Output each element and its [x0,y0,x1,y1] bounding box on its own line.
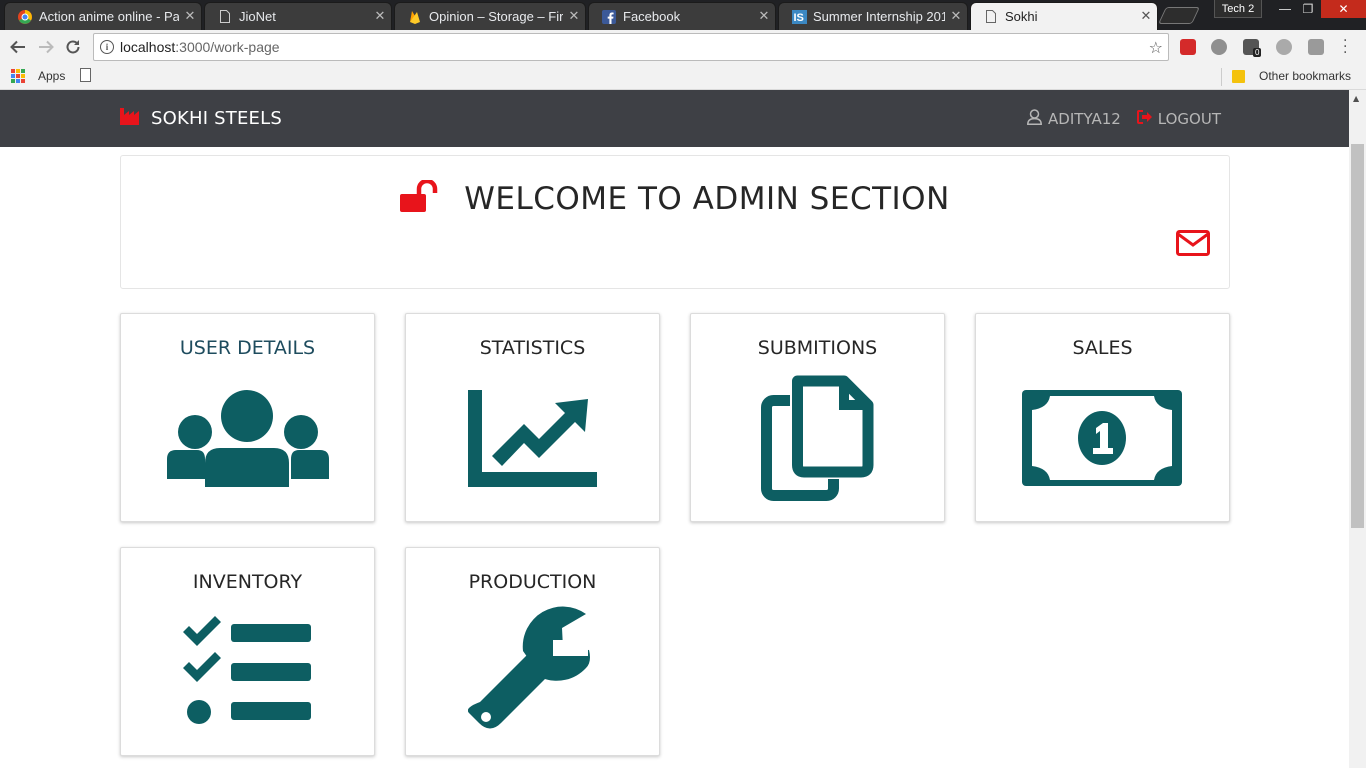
chrome-logo-icon [17,9,33,25]
page-icon [983,9,999,25]
tab-title: Summer Internship 2018 [813,9,945,24]
card-inventory[interactable]: INVENTORY [120,547,375,756]
bookmark-page-icon[interactable] [80,68,91,82]
logout-label: LOGOUT [1157,110,1221,128]
url-text: localhost:3000/work-page [120,39,280,55]
card-title: SUBMITIONS [757,337,878,359]
browser-tab-jionet[interactable]: JioNet ✕ [204,2,392,30]
sign-out-icon [1136,110,1153,128]
card-submitions[interactable]: SUBMITIONS [690,313,945,522]
envelope-icon[interactable] [1176,230,1210,260]
tab-title: Sokhi [1005,9,1038,24]
bookmark-apps[interactable]: Apps [38,69,65,83]
scroll-thumb[interactable] [1351,144,1364,528]
tasks-list-icon [183,616,311,724]
tab-title: Facebook [623,9,681,24]
tab-title: Opinion – Storage – Fireb [429,9,563,24]
bookmark-separator [1221,68,1222,86]
app-navbar: SOKHI STEELS ADITYA12 LOGOUT [0,90,1349,147]
browser-tabstrip: Action anime online - Pa ✕ JioNet ✕ Opin… [0,0,1366,30]
chart-line-icon [468,390,597,487]
users-icon [167,390,329,487]
bookmarks-bar: Apps Other bookmarks [0,64,1366,90]
close-tab-icon[interactable]: ✕ [179,9,201,24]
back-arrow-icon[interactable] [7,36,29,58]
card-user-details[interactable]: USER DETAILS [120,313,375,522]
username: ADITYA12 [1048,110,1121,128]
window-close-icon[interactable]: ✕ [1321,0,1366,18]
user-menu[interactable]: ADITYA12 [1027,109,1121,129]
close-tab-icon[interactable]: ✕ [1135,9,1157,24]
facebook-icon [601,9,617,25]
unlock-icon [400,178,438,218]
new-tab-button[interactable] [1158,7,1200,24]
money-bill-icon [1022,390,1182,486]
nav-right: ADITYA12 LOGOUT [1027,109,1221,129]
forward-arrow-icon[interactable] [35,36,57,58]
brand-name: SOKHI STEELS [151,108,282,129]
files-copy-icon [761,375,874,501]
extension-circle-icon[interactable] [1276,39,1292,55]
extension-badge-count: 0 [1253,48,1262,57]
card-statistics[interactable]: STATISTICS [405,313,660,522]
profile-button[interactable]: Tech 2 [1214,0,1262,18]
restore-icon[interactable]: ❐ [1294,0,1322,18]
bookmark-star-icon[interactable]: ☆ [1149,38,1163,57]
extension-badge-icon[interactable]: 0 [1243,39,1262,57]
page-icon [217,9,233,25]
browser-tab-anime[interactable]: Action anime online - Pa ✕ [4,2,202,30]
close-tab-icon[interactable]: ✕ [753,9,775,24]
firebase-icon [407,9,423,25]
folder-icon [1232,70,1245,83]
card-title: INVENTORY [192,571,303,593]
scroll-up-icon[interactable]: ▲ [1353,94,1359,103]
page-title: WELCOME TO ADMIN SECTION [464,181,950,217]
factory-icon [120,107,142,130]
address-bar[interactable]: i localhost:3000/work-page ☆ [93,33,1169,61]
user-icon [1027,109,1042,129]
extension-globe-icon[interactable] [1211,39,1227,55]
card-title: PRODUCTION [468,571,597,593]
internshala-icon: IS [791,9,807,25]
close-tab-icon[interactable]: ✕ [945,9,967,24]
tab-title: Action anime online - Pa [39,9,179,24]
browser-toolbar: i localhost:3000/work-page ☆ 0 · · · [0,30,1366,64]
other-bookmarks[interactable]: Other bookmarks [1259,69,1351,83]
browser-menu-icon[interactable]: · · · [1343,34,1347,60]
site-info-icon[interactable]: i [100,40,114,54]
extension-red-icon[interactable] [1180,39,1196,55]
extension-v-icon[interactable] [1308,39,1324,55]
close-tab-icon[interactable]: ✕ [369,9,391,24]
svg-text:IS: IS [793,12,803,24]
welcome-panel: WELCOME TO ADMIN SECTION [120,155,1230,289]
apps-grid-icon[interactable] [11,69,25,83]
card-sales[interactable]: SALES [975,313,1230,522]
card-title: STATISTICS [479,337,586,359]
close-tab-icon[interactable]: ✕ [563,9,585,24]
reload-icon[interactable] [62,36,84,58]
tab-title: JioNet [239,9,276,24]
browser-tab-sokhi[interactable]: Sokhi ✕ [970,2,1158,30]
browser-tab-internship[interactable]: IS Summer Internship 2018 ✕ [778,2,968,30]
card-title: USER DETAILS [179,337,316,359]
browser-tab-firebase[interactable]: Opinion – Storage – Fireb ✕ [394,2,586,30]
page-viewport: SOKHI STEELS ADITYA12 LOGOUT WELCOME TO … [0,90,1349,768]
card-production[interactable]: PRODUCTION [405,547,660,756]
brand[interactable]: SOKHI STEELS [120,107,282,130]
browser-tab-facebook[interactable]: Facebook ✕ [588,2,776,30]
page-scrollbar[interactable]: ▲ [1349,90,1366,768]
wrench-icon [468,606,590,729]
card-title: SALES [1072,337,1133,359]
logout-button[interactable]: LOGOUT [1136,110,1221,128]
